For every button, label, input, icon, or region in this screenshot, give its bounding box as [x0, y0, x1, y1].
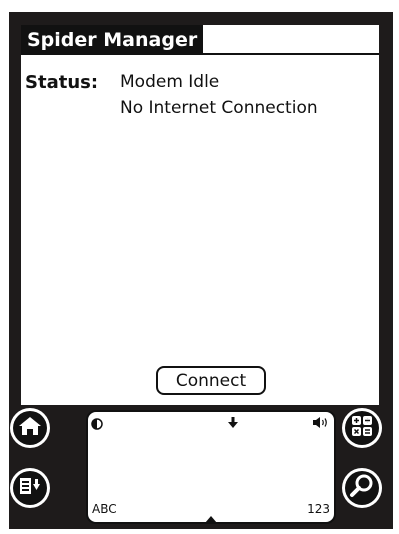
- menu-icon: [18, 475, 42, 501]
- graffiti-letters-label: ABC: [92, 502, 117, 516]
- title-bar: Spider Manager: [21, 25, 379, 55]
- status-value-modem: Modem Idle: [120, 72, 220, 92]
- graffiti-area[interactable]: ABC 123: [86, 410, 336, 524]
- title-underline: [21, 53, 379, 55]
- brightness-icon[interactable]: [91, 415, 103, 434]
- connect-button[interactable]: Connect: [156, 366, 266, 395]
- home-icon: [17, 414, 43, 442]
- calculator-icon: [350, 414, 374, 442]
- down-arrow-icon[interactable]: [228, 414, 238, 433]
- app-title[interactable]: Spider Manager: [21, 25, 204, 55]
- menu-button[interactable]: [10, 468, 50, 508]
- home-button[interactable]: [10, 408, 50, 448]
- status-label: Status:: [25, 72, 99, 93]
- find-button[interactable]: [342, 468, 382, 508]
- find-icon: [349, 473, 375, 503]
- graffiti-numbers-label: 123: [307, 502, 330, 516]
- calculator-button[interactable]: [342, 408, 382, 448]
- status-value-connection: No Internet Connection: [120, 98, 318, 118]
- volume-icon[interactable]: [312, 414, 330, 433]
- app-screen: Spider Manager Status: Modem Idle No Int…: [21, 25, 379, 405]
- device-frame: Spider Manager Status: Modem Idle No Int…: [9, 12, 393, 529]
